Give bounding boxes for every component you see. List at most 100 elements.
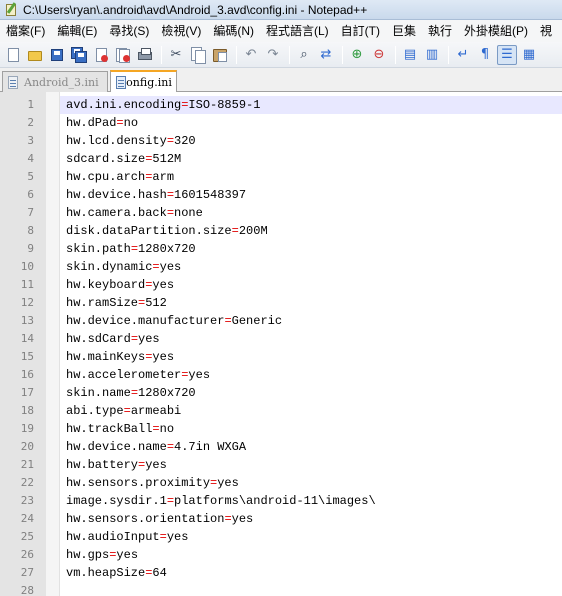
sync-horizontal-button[interactable]: ▥ <box>422 45 442 65</box>
save-button[interactable] <box>47 45 67 65</box>
doc-map-button[interactable]: ▦ <box>519 45 539 65</box>
code-line[interactable]: 25 hw.audioInput=yes <box>0 528 562 546</box>
code-text[interactable]: hw.audioInput=yes <box>66 528 188 546</box>
ini-value: no <box>159 422 175 436</box>
code-text[interactable]: image.sysdir.1=platforms\android-11\imag… <box>66 492 376 510</box>
word-wrap-button[interactable]: ↵ <box>453 45 473 65</box>
save-all-button[interactable] <box>69 45 89 65</box>
code-line[interactable]: 13 hw.device.manufacturer=Generic <box>0 312 562 330</box>
code-text[interactable]: hw.sdCard=yes <box>66 330 160 348</box>
code-line[interactable]: 10 skin.dynamic=yes <box>0 258 562 276</box>
menu-encoding[interactable]: 編碼(N) <box>207 20 260 42</box>
code-line[interactable]: 28 <box>0 582 562 596</box>
code-line[interactable]: 9 skin.path=1280x720 <box>0 240 562 258</box>
sync-vertical-button[interactable]: ▤ <box>400 45 420 65</box>
code-line[interactable]: 20 hw.device.name=4.7in WXGA <box>0 438 562 456</box>
code-line[interactable]: 15 hw.mainKeys=yes <box>0 348 562 366</box>
code-line[interactable]: 14 hw.sdCard=yes <box>0 330 562 348</box>
code-line[interactable]: 27 vm.heapSize=64 <box>0 564 562 582</box>
code-line[interactable]: 19 hw.trackBall=no <box>0 420 562 438</box>
replace-button[interactable]: ⇄ <box>316 45 336 65</box>
code-line[interactable]: 16 hw.accelerometer=yes <box>0 366 562 384</box>
ini-operator: = <box>130 332 139 346</box>
ini-key: skin.dynamic <box>66 260 153 274</box>
code-line[interactable]: 7 hw.camera.back=none <box>0 204 562 222</box>
code-text[interactable]: hw.lcd.density=320 <box>66 132 196 150</box>
menu-run[interactable]: 執行 <box>422 20 458 42</box>
menu-view[interactable]: 檢視(V) <box>155 20 207 42</box>
code-line[interactable]: 23 image.sysdir.1=platforms\android-11\im… <box>0 492 562 510</box>
code-line[interactable]: 17 skin.name=1280x720 <box>0 384 562 402</box>
code-text[interactable]: hw.sensors.orientation=yes <box>66 510 253 528</box>
code-text[interactable]: abi.type=armeabi <box>66 402 181 420</box>
code-text[interactable]: skin.path=1280x720 <box>66 240 196 258</box>
code-text[interactable]: skin.dynamic=yes <box>66 258 181 276</box>
code-text[interactable]: hw.dPad=no <box>66 114 138 132</box>
code-line[interactable]: 24 hw.sensors.orientation=yes <box>0 510 562 528</box>
code-line[interactable]: 2 hw.dPad=no <box>0 114 562 132</box>
code-line[interactable]: 12 hw.ramSize=512 <box>0 294 562 312</box>
ini-operator: = <box>166 440 175 454</box>
code-text[interactable]: vm.heapSize=64 <box>66 564 167 582</box>
code-line[interactable]: 11 hw.keyboard=yes <box>0 276 562 294</box>
tab-config-ini[interactable]: config.ini <box>110 70 177 92</box>
code-text[interactable]: hw.device.hash=1601548397 <box>66 186 246 204</box>
ini-value: arm <box>152 170 175 184</box>
code-text[interactable]: hw.mainKeys=yes <box>66 348 174 366</box>
print-button[interactable] <box>135 45 155 65</box>
open-file-button[interactable] <box>25 45 45 65</box>
close-button[interactable] <box>91 45 111 65</box>
code-text[interactable]: hw.accelerometer=yes <box>66 366 210 384</box>
new-file-button[interactable] <box>3 45 23 65</box>
code-line[interactable]: 5 hw.cpu.arch=arm <box>0 168 562 186</box>
show-all-chars-button[interactable]: ¶ <box>475 45 495 65</box>
ini-value: yes <box>116 548 139 562</box>
code-text[interactable]: hw.camera.back=none <box>66 204 203 222</box>
zoom-out-button[interactable]: ⊖ <box>369 45 389 65</box>
code-text[interactable]: avd.ini.encoding=ISO-8859-1 <box>66 96 260 114</box>
menu-file[interactable]: 檔案(F) <box>0 20 51 42</box>
ini-value: yes <box>217 476 239 490</box>
code-line[interactable]: 21 hw.battery=yes <box>0 456 562 474</box>
code-line[interactable]: 3 hw.lcd.density=320 <box>0 132 562 150</box>
code-line[interactable]: 26 hw.gps=yes <box>0 546 562 564</box>
code-line[interactable]: 6 hw.device.hash=1601548397 <box>0 186 562 204</box>
menu-settings[interactable]: 自訂(T) <box>335 20 386 42</box>
editor-area[interactable]: 1 avd.ini.encoding=ISO-8859-1 2 hw.dPad=no 3… <box>0 92 562 596</box>
menu-edit[interactable]: 編輯(E) <box>51 20 103 42</box>
ini-key: sdcard.size <box>66 152 146 166</box>
code-text[interactable]: disk.dataPartition.size=200M <box>66 222 268 240</box>
copy-button[interactable] <box>188 45 208 65</box>
menu-plugins[interactable]: 外掛模組(P) <box>458 20 534 42</box>
close-all-button[interactable] <box>113 45 133 65</box>
code-text[interactable]: hw.battery=yes <box>66 456 167 474</box>
tab-android-3-ini[interactable]: Android_3.ini <box>2 71 108 92</box>
find-icon: ⌕ <box>300 46 308 62</box>
code-text[interactable]: hw.ramSize=512 <box>66 294 167 312</box>
paste-button[interactable] <box>210 45 230 65</box>
code-text[interactable]: hw.device.manufacturer=Generic <box>66 312 282 330</box>
code-text[interactable]: hw.trackBall=no <box>66 420 174 438</box>
menu-search[interactable]: 尋找(S) <box>103 20 155 42</box>
menu-window[interactable]: 視 <box>534 20 558 42</box>
code-line[interactable]: 1 avd.ini.encoding=ISO-8859-1 <box>0 96 562 114</box>
code-line[interactable]: 4 sdcard.size=512M <box>0 150 562 168</box>
code-text[interactable]: hw.gps=yes <box>66 546 138 564</box>
code-text[interactable]: hw.keyboard=yes <box>66 276 174 294</box>
code-text[interactable]: sdcard.size=512M <box>66 150 181 168</box>
indent-guide-button[interactable]: ☰ <box>497 44 517 65</box>
code-line[interactable]: 8 disk.dataPartition.size=200M <box>0 222 562 240</box>
code-text[interactable]: skin.name=1280x720 <box>66 384 196 402</box>
code-line[interactable]: 22 hw.sensors.proximity=yes <box>0 474 562 492</box>
code-text[interactable]: hw.sensors.proximity=yes <box>66 474 239 492</box>
menu-language[interactable]: 程式語言(L) <box>260 20 335 42</box>
code-line[interactable]: 18 abi.type=armeabi <box>0 402 562 420</box>
undo-button[interactable]: ↶ <box>241 45 261 65</box>
code-text[interactable]: hw.device.name=4.7in WXGA <box>66 438 246 456</box>
menu-macro[interactable]: 巨集 <box>386 20 422 42</box>
zoom-in-button[interactable]: ⊕ <box>347 45 367 65</box>
find-button[interactable]: ⌕ <box>294 45 314 65</box>
redo-button[interactable]: ↷ <box>263 45 283 65</box>
code-text[interactable]: hw.cpu.arch=arm <box>66 168 174 186</box>
cut-button[interactable]: ✂ <box>166 45 186 65</box>
